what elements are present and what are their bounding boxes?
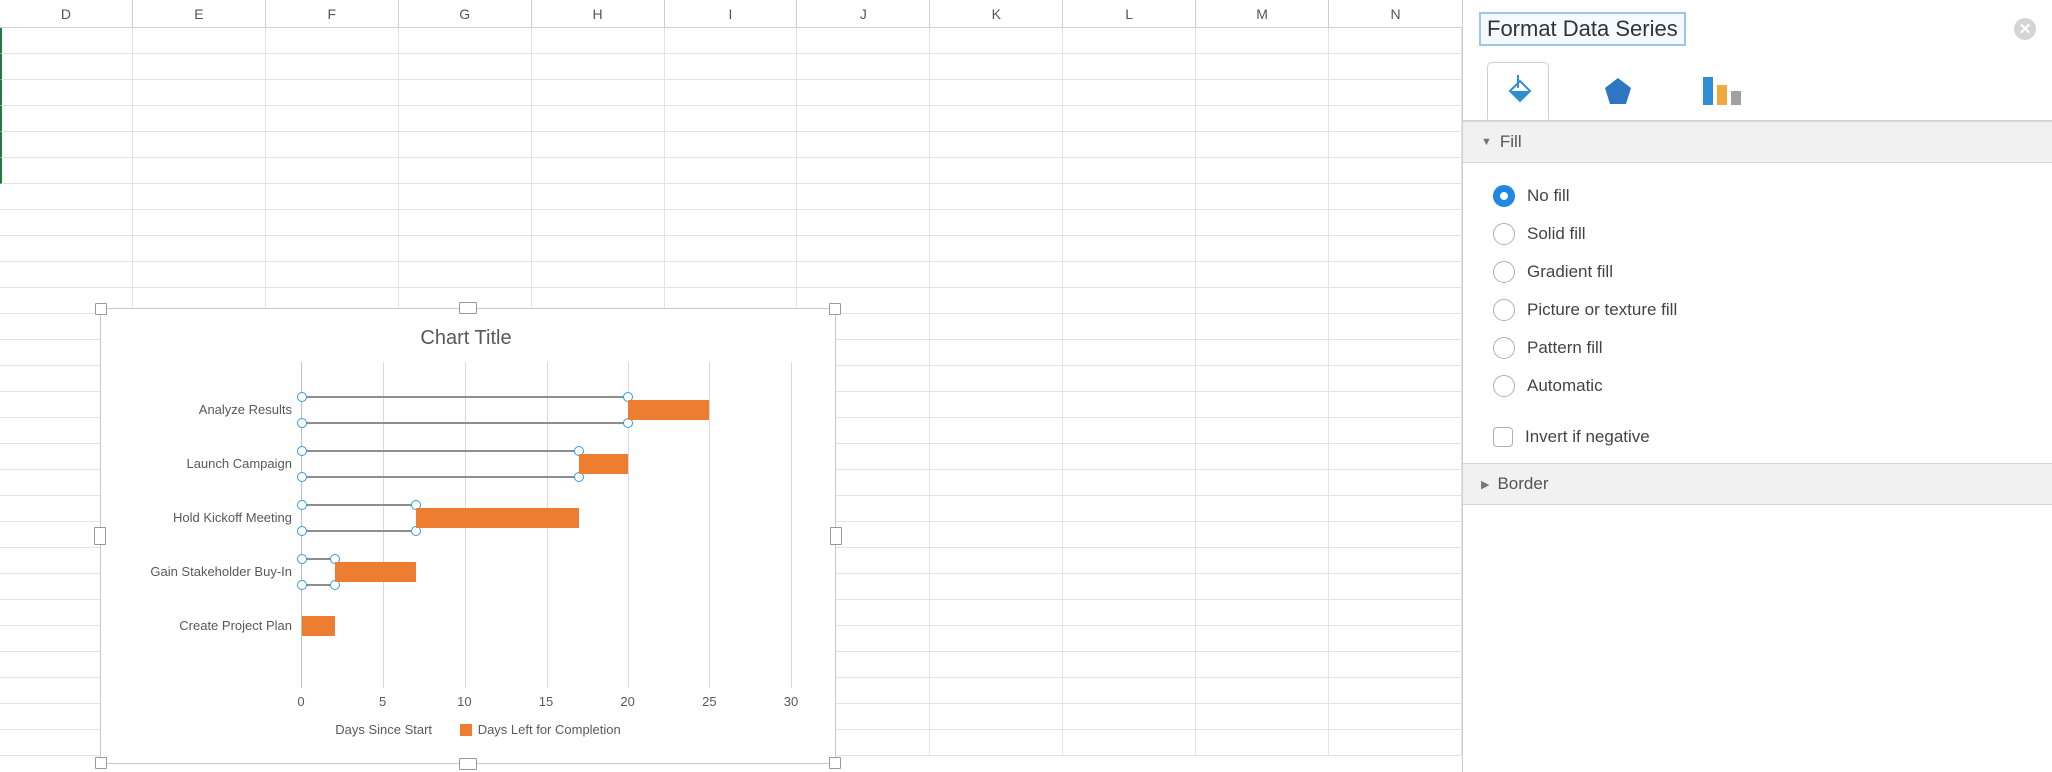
y-axis-label: Create Project Plan <box>179 600 292 652</box>
caret-right-icon: ▶ <box>1481 478 1489 491</box>
bar-row[interactable] <box>302 546 791 598</box>
fill-options: No fill Solid fill Gradient fill Picture… <box>1463 163 2052 413</box>
legend-label: Days Left for Completion <box>478 722 621 737</box>
plot-area[interactable]: Analyze Results Launch Campaign Hold Kic… <box>301 362 791 688</box>
chart-legend[interactable]: Days Since Start Days Left for Completio… <box>115 722 817 739</box>
column-header-f[interactable]: F <box>266 0 399 27</box>
x-tick: 5 <box>379 694 386 709</box>
tab-effects[interactable] <box>1587 62 1649 120</box>
fill-option-label: Gradient fill <box>1527 262 1613 282</box>
x-tick: 20 <box>620 694 634 709</box>
fill-option-gradient[interactable]: Gradient fill <box>1493 253 2022 291</box>
resize-handle-middle-left[interactable] <box>94 527 106 545</box>
chart-title[interactable]: Chart Title <box>115 327 817 350</box>
radio-icon <box>1493 299 1515 321</box>
section-border-label: Border <box>1497 474 1548 494</box>
x-tick: 0 <box>297 694 304 709</box>
section-border-header[interactable]: ▶ Border <box>1463 463 2052 505</box>
x-tick: 30 <box>784 694 798 709</box>
fill-option-automatic[interactable]: Automatic <box>1493 367 2022 405</box>
sidebar-tabs <box>1463 56 2052 121</box>
resize-handle-bottom-left[interactable] <box>95 757 107 769</box>
bar-row[interactable] <box>302 438 791 490</box>
column-header-i[interactable]: I <box>665 0 798 27</box>
fill-option-solid[interactable]: Solid fill <box>1493 215 2022 253</box>
y-axis-label: Launch Campaign <box>186 438 292 490</box>
fill-option-pattern[interactable]: Pattern fill <box>1493 329 2022 367</box>
radio-icon <box>1493 375 1515 397</box>
column-header-d[interactable]: D <box>0 0 133 27</box>
fill-option-picture[interactable]: Picture or texture fill <box>1493 291 2022 329</box>
resize-handle-top-middle[interactable] <box>459 302 477 314</box>
column-headers: D E F G H I J K L M N <box>0 0 1462 28</box>
radio-icon <box>1493 337 1515 359</box>
format-sidebar: Format Data Series ✕ ▼ Fill No f <box>1462 0 2052 772</box>
bar-row[interactable] <box>302 492 791 544</box>
checkbox-icon <box>1493 427 1513 447</box>
bar-row[interactable] <box>302 384 791 436</box>
legend-label: Days Since Start <box>335 722 432 737</box>
radio-icon <box>1493 185 1515 207</box>
x-tick: 10 <box>457 694 471 709</box>
x-axis: 0 5 10 15 20 25 30 <box>301 688 791 718</box>
column-header-e[interactable]: E <box>133 0 266 27</box>
chart-object[interactable]: Chart Title Analyze Results Launch Campa… <box>100 308 836 764</box>
fill-option-label: Pattern fill <box>1527 338 1603 358</box>
column-header-n[interactable]: N <box>1329 0 1462 27</box>
fill-option-label: Solid fill <box>1527 224 1586 244</box>
y-axis-label: Hold Kickoff Meeting <box>173 492 292 544</box>
tab-fill-and-line[interactable] <box>1487 62 1549 120</box>
section-fill-header[interactable]: ▼ Fill <box>1463 121 2052 163</box>
resize-handle-bottom-middle[interactable] <box>459 758 477 770</box>
fill-option-label: Automatic <box>1527 376 1603 396</box>
fill-option-no-fill[interactable]: No fill <box>1493 177 2022 215</box>
x-tick: 25 <box>702 694 716 709</box>
spreadsheet-area: D E F G H I J K L M N <box>0 0 1462 772</box>
resize-handle-middle-right[interactable] <box>830 527 842 545</box>
column-header-h[interactable]: H <box>532 0 665 27</box>
column-header-m[interactable]: M <box>1196 0 1329 27</box>
y-axis-label: Gain Stakeholder Buy-In <box>150 546 292 598</box>
sidebar-title[interactable]: Format Data Series <box>1479 12 1686 46</box>
section-fill-label: Fill <box>1500 132 1522 152</box>
bar-chart-icon <box>1703 77 1741 105</box>
column-header-l[interactable]: L <box>1063 0 1196 27</box>
bar-row[interactable] <box>302 600 791 652</box>
x-tick: 15 <box>539 694 553 709</box>
fill-option-label: Picture or texture fill <box>1527 300 1677 320</box>
resize-handle-top-right[interactable] <box>829 303 841 315</box>
invert-if-negative[interactable]: Invert if negative <box>1463 413 2052 463</box>
close-icon[interactable]: ✕ <box>2014 18 2036 40</box>
radio-icon <box>1493 261 1515 283</box>
pentagon-icon <box>1603 76 1633 106</box>
invert-label: Invert if negative <box>1525 427 1650 447</box>
fill-option-label: No fill <box>1527 186 1570 206</box>
y-axis-label: Analyze Results <box>199 384 292 436</box>
column-header-k[interactable]: K <box>930 0 1063 27</box>
radio-icon <box>1493 223 1515 245</box>
resize-handle-top-left[interactable] <box>95 303 107 315</box>
column-header-g[interactable]: G <box>399 0 532 27</box>
paint-bucket-icon <box>1504 75 1532 107</box>
tab-series-options[interactable] <box>1687 62 1757 120</box>
column-header-j[interactable]: J <box>797 0 930 27</box>
resize-handle-bottom-right[interactable] <box>829 757 841 769</box>
caret-down-icon: ▼ <box>1481 136 1492 148</box>
